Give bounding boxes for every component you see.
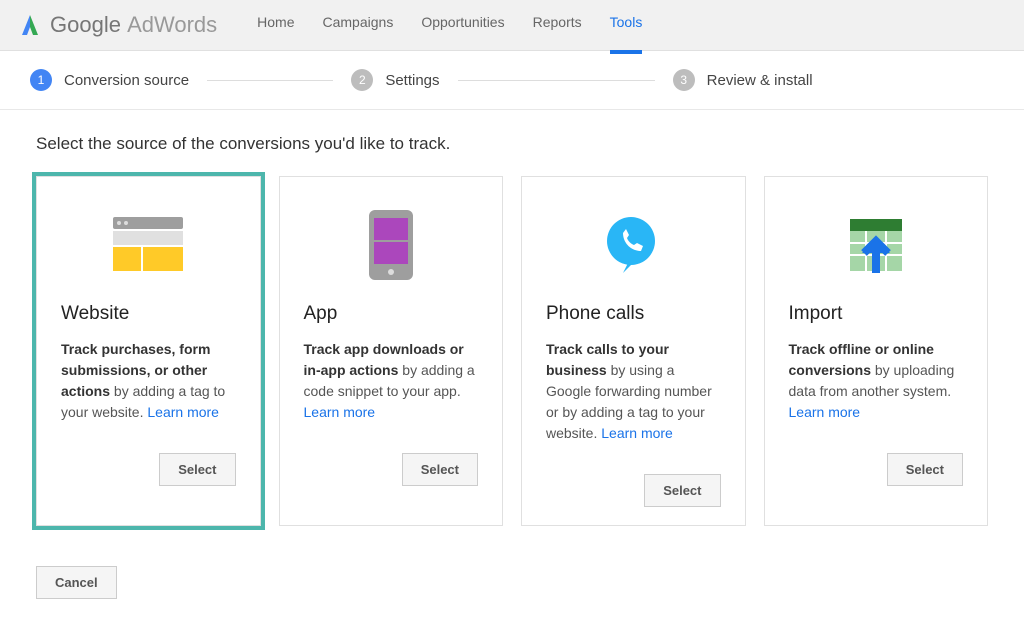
card-description: Track calls to your business by using a … (546, 339, 721, 444)
card-title: App (304, 303, 479, 325)
select-import-button[interactable]: Select (887, 453, 963, 486)
brand-text: Google AdWords (50, 12, 217, 38)
nav-tools[interactable]: Tools (610, 14, 643, 36)
select-app-button[interactable]: Select (402, 453, 478, 486)
step-divider (458, 80, 655, 81)
website-icon (61, 205, 236, 285)
card-website: Website Track purchases, form submission… (36, 176, 261, 526)
select-phone-button[interactable]: Select (644, 474, 720, 507)
card-title: Import (789, 303, 964, 325)
step-number-3: 3 (673, 69, 695, 91)
step-conversion-source[interactable]: 1 Conversion source (30, 69, 351, 91)
learn-more-link[interactable]: Learn more (304, 404, 376, 420)
step-number-1: 1 (30, 69, 52, 91)
nav-reports[interactable]: Reports (533, 14, 582, 36)
brand-logo[interactable]: Google AdWords (18, 12, 217, 38)
step-number-2: 2 (351, 69, 373, 91)
step-settings[interactable]: 2 Settings (351, 69, 672, 91)
source-cards: Website Track purchases, form submission… (36, 176, 988, 526)
select-website-button[interactable]: Select (159, 453, 235, 486)
step-review-install[interactable]: 3 Review & install (673, 69, 994, 91)
page-prompt: Select the source of the conversions you… (36, 134, 988, 154)
import-icon (789, 205, 964, 285)
app-icon (304, 205, 479, 285)
card-app: App Track app downloads or in-app action… (279, 176, 504, 526)
learn-more-link[interactable]: Learn more (147, 404, 219, 420)
learn-more-link[interactable]: Learn more (789, 404, 861, 420)
card-title: Phone calls (546, 303, 721, 325)
phone-icon (546, 205, 721, 285)
card-title: Website (61, 303, 236, 325)
cancel-button[interactable]: Cancel (36, 566, 117, 599)
main-content: Select the source of the conversions you… (0, 110, 1024, 639)
adwords-logo-icon (18, 13, 42, 37)
learn-more-link[interactable]: Learn more (601, 425, 673, 441)
step-divider (207, 80, 333, 81)
main-nav: Home Campaigns Opportunities Reports Too… (257, 14, 670, 36)
step-label-1: Conversion source (64, 72, 189, 89)
card-description: Track offline or online conversions by u… (789, 339, 964, 423)
step-label-2: Settings (385, 72, 439, 89)
top-nav-bar: Google AdWords Home Campaigns Opportunit… (0, 0, 1024, 51)
nav-opportunities[interactable]: Opportunities (421, 14, 504, 36)
nav-home[interactable]: Home (257, 14, 294, 36)
nav-campaigns[interactable]: Campaigns (323, 14, 394, 36)
card-description: Track purchases, form submissions, or ot… (61, 339, 236, 423)
card-phone-calls: Phone calls Track calls to your business… (521, 176, 746, 526)
wizard-steps: 1 Conversion source 2 Settings 3 Review … (0, 51, 1024, 110)
step-label-3: Review & install (707, 72, 813, 89)
card-import: Import Track offline or online conversio… (764, 176, 989, 526)
card-description: Track app downloads or in-app actions by… (304, 339, 479, 423)
